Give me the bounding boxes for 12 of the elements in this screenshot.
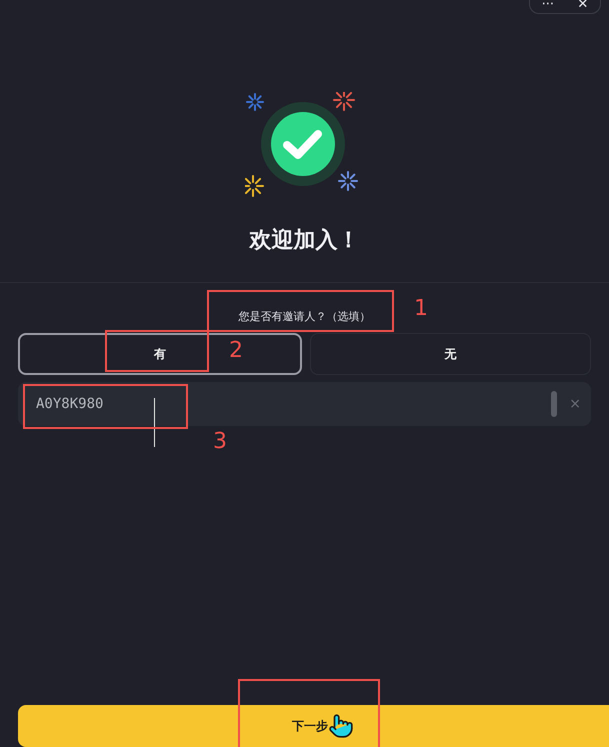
annotation-number: 1 [414, 296, 428, 321]
drag-handle-icon [551, 391, 558, 417]
next-button[interactable]: 下一步 [18, 705, 609, 747]
invite-question: 您是否有邀请人？（选填） [238, 309, 372, 325]
hand-pointer-icon [328, 713, 354, 739]
welcome-title: 欢迎加入！ [248, 226, 360, 255]
annotation-number: 2 [229, 338, 243, 363]
invite-code-field[interactable]: A0Y8K980 × [18, 382, 591, 426]
more-button[interactable]: ··· [538, 0, 558, 11]
choice-option[interactable]: 无 [310, 333, 591, 375]
annotation-number: 3 [213, 429, 227, 454]
text-cursor-icon [154, 398, 155, 447]
